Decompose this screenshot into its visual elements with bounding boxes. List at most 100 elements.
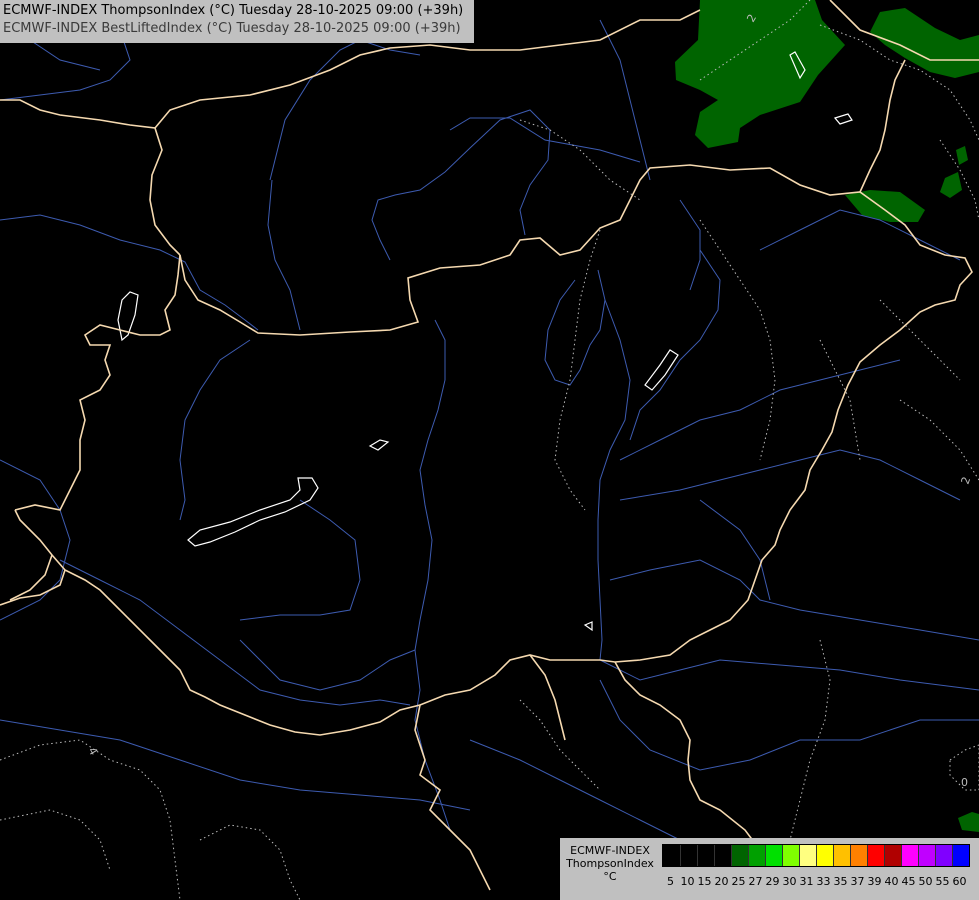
legend-tick-45: 45 — [901, 875, 916, 888]
legend-swatch-20 — [714, 845, 731, 866]
river-danube-west — [0, 214, 259, 331]
river-slovakia-east — [599, 19, 651, 181]
river-serbia-1 — [599, 679, 979, 771]
green-area-southeast — [958, 812, 979, 832]
lake-south-small — [583, 621, 593, 632]
green-area-north — [675, 0, 845, 148]
contour-label-east: 2 — [959, 475, 974, 486]
legend-tick-37: 37 — [850, 875, 865, 888]
lake-northeast-small — [833, 113, 853, 125]
lake-balaton — [187, 477, 319, 547]
river-drava — [59, 559, 411, 706]
border-croatia-south — [414, 704, 491, 891]
river-serbia-3 — [469, 739, 681, 841]
legend-swatch-27 — [748, 845, 765, 866]
contour-sw-inner — [0, 809, 111, 871]
legend-tick-15: 15 — [697, 875, 712, 888]
lake-velence — [368, 439, 390, 451]
border-serbia-east — [529, 654, 566, 741]
legend-tick-20: 20 — [714, 875, 729, 888]
legend-tick-5: 5 — [667, 875, 674, 888]
river-north-1 — [269, 39, 421, 181]
contour-label-southwest: 4 — [85, 745, 100, 758]
contour-east-2 — [899, 399, 979, 481]
river-sava — [0, 719, 471, 811]
legend-swatch-15 — [697, 845, 714, 866]
legend-swatch-60 — [952, 845, 969, 866]
legend-title-line-1: ECMWF-INDEX — [570, 844, 650, 857]
contour-center-1 — [554, 229, 601, 511]
legend-swatch-37 — [850, 845, 867, 866]
legend-swatch-5 — [663, 845, 680, 866]
river-east-5 — [699, 499, 771, 601]
legend-color-bar — [662, 844, 970, 867]
green-area-east-small-1 — [940, 172, 962, 198]
border-ukraine-east — [859, 59, 906, 193]
legend-swatch-55 — [935, 845, 952, 866]
legend-tick-25: 25 — [731, 875, 746, 888]
legend-tick-55: 55 — [935, 875, 950, 888]
legend-swatch-31 — [799, 845, 816, 866]
border-west-coast — [9, 554, 53, 601]
border-austria-hungary — [14, 254, 181, 511]
legend-tick-50: 50 — [918, 875, 933, 888]
river-serbia-2 — [599, 659, 979, 691]
map-title-secondary: ECMWF-INDEX BestLiftedIndex (°C) Tuesday… — [3, 21, 461, 36]
legend-swatch-35 — [833, 845, 850, 866]
legend-swatch-25 — [731, 845, 748, 866]
legend-swatch-50 — [918, 845, 935, 866]
legend-swatch-30 — [782, 845, 799, 866]
map-title-primary: ECMWF-INDEX ThompsonIndex (°C) Tuesday 2… — [3, 3, 464, 18]
contour-south-mid — [199, 824, 301, 900]
map-title-box: ECMWF-INDEX ThompsonIndex (°C) Tuesday 2… — [0, 0, 474, 43]
legend-tick-10: 10 — [680, 875, 695, 888]
best-lifted-index-contours — [0, 0, 979, 900]
contour-center-2 — [699, 219, 776, 461]
legend-tick-35: 35 — [833, 875, 848, 888]
contour-labels: 2 2 4 0 — [85, 12, 973, 789]
contour-south-center — [519, 699, 601, 791]
legend-tick-27: 27 — [748, 875, 763, 888]
river-north-2 — [267, 179, 301, 331]
legend-title-line-2: ThompsonIndex — [566, 857, 654, 870]
legend-swatch-10 — [680, 845, 697, 866]
green-area-east-small-2 — [956, 146, 968, 165]
map-canvas: 2 2 4 0 — [0, 0, 979, 900]
river-sio — [239, 499, 361, 621]
legend-tick-29: 29 — [765, 875, 780, 888]
river-danube-main — [414, 319, 451, 831]
legend-title: ECMWF-INDEX ThompsonIndex °C — [560, 844, 660, 883]
border-serbia-romania — [614, 661, 761, 851]
legend-swatch-33 — [816, 845, 833, 866]
river-tisza-upper — [544, 269, 606, 386]
green-area-east — [845, 190, 925, 222]
legend-tick-31: 31 — [799, 875, 814, 888]
legend-swatch-40 — [884, 845, 901, 866]
border-hungary — [14, 164, 973, 736]
river-east-2 — [629, 249, 721, 441]
river-east-4 — [609, 559, 979, 641]
legend-tick-33: 33 — [816, 875, 831, 888]
rivers — [0, 0, 979, 841]
national-borders — [0, 0, 979, 891]
legend-tick-labels: 5 10 15 20 25 27 29 30 31 33 35 37 39 40 45 50 55 60 — [662, 875, 979, 889]
legend-swatch-29 — [765, 845, 782, 866]
river-northeast-1 — [759, 209, 961, 261]
river-east-3 — [619, 449, 961, 501]
weather-map: 2 2 4 0 ECMWF-INDEX ThompsonIndex (°C) T… — [0, 0, 979, 900]
border-slovakia-north — [0, 99, 181, 256]
lakes — [117, 51, 853, 632]
contour-label-southeast: 0 — [961, 776, 968, 789]
legend-tick-40: 40 — [884, 875, 899, 888]
contour-sw-4 — [0, 739, 181, 900]
legend-tick-30: 30 — [782, 875, 797, 888]
color-legend: ECMWF-INDEX ThompsonIndex °C 5 10 15 20 25 27… — [560, 838, 979, 900]
legend-swatch-45 — [901, 845, 918, 866]
legend-tick-39: 39 — [867, 875, 882, 888]
river-south-1 — [239, 639, 416, 691]
river-tisza-main — [597, 299, 631, 661]
contour-north-center — [519, 119, 641, 201]
river-raba — [179, 339, 251, 521]
legend-tick-60: 60 — [952, 875, 967, 888]
green-area-northeast — [870, 8, 979, 78]
